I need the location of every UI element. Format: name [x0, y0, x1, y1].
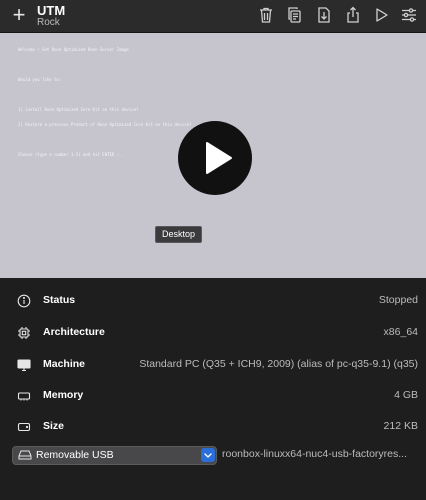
chevron-down-icon[interactable] [201, 448, 215, 462]
play-icon[interactable] [372, 6, 390, 24]
cpu-icon [17, 326, 31, 340]
size-label: Size [43, 420, 65, 432]
share-icon[interactable] [344, 6, 362, 24]
vm-details: Status Stopped Architecture x86_64 Machi… [0, 278, 426, 500]
vm-title: UTM [37, 3, 66, 18]
clone-icon[interactable] [286, 6, 304, 24]
vm-subtitle: Rock [37, 17, 60, 28]
machine-label: Machine [43, 358, 86, 370]
info-icon [17, 294, 31, 308]
architecture-label: Architecture [43, 326, 105, 338]
status-label: Status [43, 294, 76, 306]
start-vm-button[interactable] [178, 121, 252, 195]
toolbar: + UTM Rock [0, 0, 426, 33]
memory-row: Memory 4 GB [0, 381, 426, 412]
vm-screen-preview[interactable]: Welcome ! Set Rock Optimized Roon Server… [0, 33, 426, 278]
drive-row: Removable USB roonbox-linuxx64-nuc4-usb-… [0, 444, 426, 466]
drive-type-select[interactable]: Removable USB [12, 446, 217, 465]
size-row: Size 212 KB [0, 412, 426, 443]
desktop-computer-icon [17, 358, 31, 372]
plus-icon[interactable]: + [9, 4, 29, 26]
drive-image-path: roonbox-linuxx64-nuc4-usb-factoryres... [222, 448, 408, 460]
tooltip: Desktop [155, 226, 203, 243]
drive-type-label: Removable USB [36, 449, 114, 461]
console-line: Would you like to: [18, 77, 62, 82]
machine-row: Machine Standard PC (Q35 + ICH9, 2009) (… [0, 350, 426, 381]
settings-sliders-icon[interactable] [400, 6, 418, 24]
status-value: Stopped [378, 294, 418, 306]
machine-value: Standard PC (Q35 + ICH9, 2009) (alias of… [139, 358, 418, 370]
console-line: 1) install Roon Optimized Core Kit on th… [18, 107, 139, 112]
size-value: 212 KB [383, 420, 418, 432]
download-icon[interactable] [315, 6, 333, 24]
play-icon [206, 142, 232, 174]
memory-icon [17, 389, 31, 403]
status-row: Status Stopped [0, 286, 426, 317]
architecture-value: x86_64 [383, 326, 418, 338]
memory-label: Memory [43, 389, 84, 401]
disk-icon [17, 420, 31, 434]
architecture-row: Architecture x86_64 [0, 318, 426, 349]
memory-value: 4 GB [394, 389, 418, 401]
console-line: Welcome ! Set Rock Optimized Roon Server… [18, 47, 129, 52]
drive-icon [18, 450, 32, 460]
trash-icon[interactable] [257, 6, 275, 24]
